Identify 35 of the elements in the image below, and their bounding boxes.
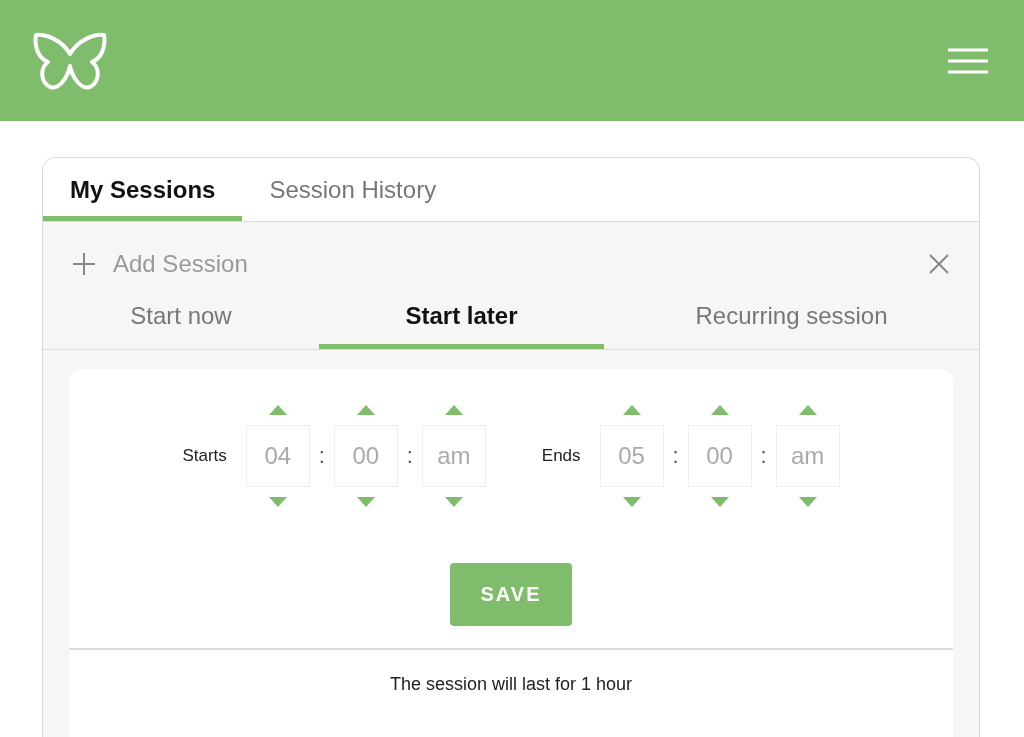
time-label: Starts [182,446,227,466]
close-icon[interactable] [929,254,949,274]
save-button[interactable]: SAVE [450,563,572,626]
menu-icon[interactable] [948,47,988,74]
mode-tab[interactable]: Start later [319,278,604,349]
time-label: Ends [541,446,581,466]
time-separator: : [759,443,768,469]
time-field[interactable]: 00 [333,425,398,487]
time-field[interactable]: am [775,425,840,487]
down-arrow-icon[interactable] [444,497,463,507]
up-arrow-icon[interactable] [798,405,817,415]
down-arrow-icon[interactable] [798,497,817,507]
down-arrow-icon[interactable] [710,497,729,507]
time-separator: : [317,443,326,469]
up-arrow-icon[interactable] [356,405,375,415]
time-separator: : [405,443,414,469]
time-field[interactable]: 00 [687,425,752,487]
plus-icon[interactable] [73,253,95,275]
down-arrow-icon[interactable] [268,497,287,507]
time-field[interactable]: am [421,425,486,487]
butterfly-logo[interactable] [32,31,108,90]
time-separator: : [671,443,680,469]
up-arrow-icon[interactable] [710,405,729,415]
mode-tab[interactable]: Start now [43,278,319,349]
up-arrow-icon[interactable] [622,405,641,415]
down-arrow-icon[interactable] [356,497,375,507]
time-field[interactable]: 05 [599,425,664,487]
up-arrow-icon[interactable] [268,405,287,415]
duration-text: The session will last for 1 hour [388,673,634,695]
down-arrow-icon[interactable] [622,497,641,507]
tab[interactable]: Session History [242,158,464,221]
time-field[interactable]: 04 [245,425,310,487]
mode-tab[interactable]: Recurring session [604,278,979,349]
add-session-label[interactable]: Add Session [113,250,248,278]
up-arrow-icon[interactable] [444,405,463,415]
